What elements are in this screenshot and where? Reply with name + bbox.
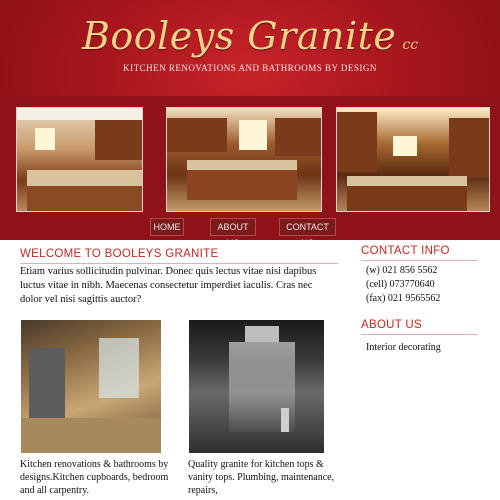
welcome-heading: WELCOME TO BOOLEYS GRANITE [20,248,219,260]
contact-divider [361,260,478,261]
contact-work-phone: (w) 021 856 5562 [366,265,438,276]
shower-image [189,320,324,453]
contact-fax: (fax) 021 9565562 [366,293,441,304]
logo-suffix: cc [402,37,419,53]
feature-caption-2: Quality granite for kitchen tops & vanit… [188,459,335,496]
kitchen-photo-2 [166,107,322,212]
logo-text: Booleys Granite [81,14,397,58]
contact-cell-phone: (cell) 073770640 [366,279,435,290]
site-logo[interactable]: Booleys Granite cc [0,14,500,58]
main-content: WELCOME TO BOOLEYS GRANITE Etiam varius … [0,240,500,500]
bathroom-image [21,320,161,453]
nav-contact-us[interactable]: CONTACT US [279,218,336,248]
welcome-divider [20,263,338,264]
welcome-intro: Etiam varius sollicitudin pulvinar. Done… [20,266,317,305]
main-nav: HOME ABOUT US CONTACT US [0,218,500,248]
contact-heading: CONTACT INFO [361,245,450,257]
site-header: Booleys Granite cc KITCHEN RENOVATIONS AN… [0,0,500,248]
about-divider [361,334,478,335]
about-text: Interior decorating [366,342,441,353]
site-tagline: KITCHEN RENOVATIONS AND BATHROOMS BY DES… [123,63,377,73]
about-heading: ABOUT US [361,319,422,331]
kitchen-photo-1 [16,107,143,212]
nav-about-us[interactable]: ABOUT US [210,218,256,248]
feature-caption-1: Kitchen renovations & bathrooms by desig… [20,459,169,496]
kitchen-photo-3 [336,107,490,212]
nav-home[interactable]: HOME [150,218,184,236]
